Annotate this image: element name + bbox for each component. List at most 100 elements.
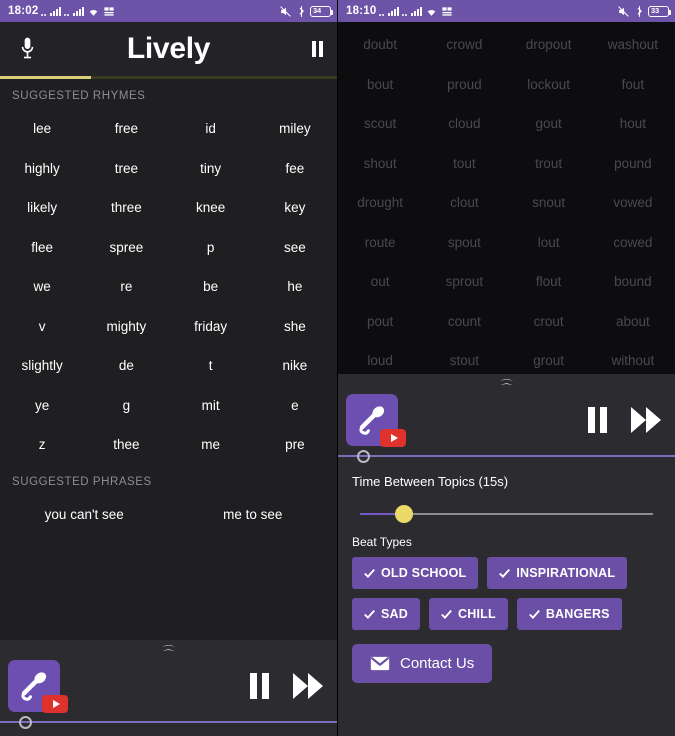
- beat-type-chip[interactable]: BANGERS: [516, 598, 622, 630]
- rhyme-word[interactable]: be: [169, 267, 253, 307]
- rhyme-word[interactable]: clout: [422, 183, 506, 223]
- rhyme-word[interactable]: slightly: [0, 346, 84, 386]
- rhyme-word[interactable]: bound: [591, 262, 675, 302]
- rhyme-word[interactable]: v: [0, 307, 84, 347]
- player-fast-forward-button[interactable]: [293, 673, 323, 699]
- rhyme-word[interactable]: pre: [253, 425, 337, 465]
- player-seek-bar[interactable]: [0, 714, 337, 730]
- beat-type-chip[interactable]: INSPIRATIONAL: [487, 557, 628, 589]
- rhyme-word[interactable]: drought: [338, 183, 422, 223]
- signal-bars-icon-1: [388, 6, 400, 16]
- seek-thumb[interactable]: [357, 450, 371, 463]
- app-artwork[interactable]: [346, 394, 406, 447]
- rhyme-word[interactable]: hout: [591, 104, 675, 144]
- rhyme-word[interactable]: trout: [507, 144, 591, 184]
- suggested-phrase[interactable]: you can't see: [0, 495, 169, 535]
- rhyme-word[interactable]: thee: [84, 425, 168, 465]
- collapse-player-button[interactable]: [338, 374, 675, 392]
- expand-player-button[interactable]: [0, 640, 337, 658]
- rhyme-word[interactable]: key: [253, 188, 337, 228]
- rhyme-word[interactable]: e: [253, 386, 337, 426]
- rhyme-word[interactable]: free: [84, 109, 168, 149]
- header-pause-button[interactable]: [312, 41, 323, 57]
- rhyme-word[interactable]: cowed: [591, 223, 675, 263]
- rhyme-word[interactable]: see: [253, 228, 337, 268]
- rhyme-word[interactable]: cloud: [422, 104, 506, 144]
- rhyme-word[interactable]: proud: [422, 65, 506, 105]
- rhyme-word[interactable]: lout: [507, 223, 591, 263]
- rhyme-word[interactable]: p: [169, 228, 253, 268]
- rhyme-word[interactable]: fout: [591, 65, 675, 105]
- rhyme-word[interactable]: doubt: [338, 25, 422, 65]
- seek-thumb[interactable]: [19, 716, 33, 729]
- rhyme-word[interactable]: g: [84, 386, 168, 426]
- player-seek-bar[interactable]: [338, 448, 675, 464]
- rhyme-word[interactable]: id: [169, 109, 253, 149]
- rhyme-word[interactable]: washout: [591, 25, 675, 65]
- rhyme-word[interactable]: miley: [253, 109, 337, 149]
- rhyme-word[interactable]: count: [422, 302, 506, 342]
- beat-type-chip[interactable]: SAD: [352, 598, 420, 630]
- rhyme-word[interactable]: flout: [507, 262, 591, 302]
- rhyme-word[interactable]: he: [253, 267, 337, 307]
- rhyme-word[interactable]: flee: [0, 228, 84, 268]
- player-fast-forward-button[interactable]: [631, 407, 661, 433]
- rhyme-word[interactable]: re: [84, 267, 168, 307]
- rhyme-word[interactable]: friday: [169, 307, 253, 347]
- rhyme-word[interactable]: gout: [507, 104, 591, 144]
- rhyme-word[interactable]: t: [169, 346, 253, 386]
- beat-type-chip[interactable]: CHILL: [429, 598, 508, 630]
- rhyme-word[interactable]: mit: [169, 386, 253, 426]
- rhyme-word[interactable]: dropout: [507, 25, 591, 65]
- topic-timer-slider[interactable]: [360, 503, 653, 525]
- rhyme-word[interactable]: snout: [507, 183, 591, 223]
- app-artwork[interactable]: [8, 660, 68, 713]
- rhyme-word[interactable]: she: [253, 307, 337, 347]
- beat-type-chip[interactable]: OLD SCHOOL: [352, 557, 479, 589]
- rhyme-word[interactable]: crout: [507, 302, 591, 342]
- rhyme-word[interactable]: about: [591, 302, 675, 342]
- status-left-group: 18:10: [346, 5, 453, 17]
- rhyme-word[interactable]: z: [0, 425, 84, 465]
- slider-thumb[interactable]: [394, 505, 413, 523]
- rhyme-word[interactable]: spout: [422, 223, 506, 263]
- rhyme-word[interactable]: out: [338, 262, 422, 302]
- rhyme-word[interactable]: tiny: [169, 149, 253, 189]
- rhyme-word[interactable]: three: [84, 188, 168, 228]
- rhyme-word[interactable]: bout: [338, 65, 422, 105]
- rhyme-word[interactable]: nike: [253, 346, 337, 386]
- rhyme-word[interactable]: pout: [338, 302, 422, 342]
- rhyme-word[interactable]: de: [84, 346, 168, 386]
- player-pause-button[interactable]: [588, 407, 607, 433]
- rhyme-word[interactable]: mighty: [84, 307, 168, 347]
- player-pause-button[interactable]: [250, 673, 269, 699]
- rhyme-word[interactable]: sprout: [422, 262, 506, 302]
- rhyme-word[interactable]: fee: [253, 149, 337, 189]
- rhyme-word[interactable]: crowd: [422, 25, 506, 65]
- microphone-icon[interactable]: [14, 34, 40, 64]
- rhyme-word[interactable]: ye: [0, 386, 84, 426]
- rhyme-word[interactable]: pound: [591, 144, 675, 184]
- contact-us-button[interactable]: Contact Us: [352, 644, 493, 683]
- rhyme-word[interactable]: highly: [0, 149, 84, 189]
- rhyme-word[interactable]: me: [169, 425, 253, 465]
- rhyme-word[interactable]: we: [0, 267, 84, 307]
- rhyme-word[interactable]: lockout: [507, 65, 591, 105]
- rhyme-word[interactable]: scout: [338, 104, 422, 144]
- left-phone-screen: 18:02 34 Lively SUGGESTED RHYMES lee fre…: [0, 0, 338, 736]
- rhyme-word[interactable]: vowed: [591, 183, 675, 223]
- suggested-phrase[interactable]: me to see: [169, 495, 338, 535]
- rhyme-word[interactable]: tout: [422, 144, 506, 184]
- rhyme-word[interactable]: knee: [169, 188, 253, 228]
- check-icon: [441, 609, 452, 619]
- song-progress-bar[interactable]: [0, 76, 337, 79]
- wifi-icon: [428, 9, 436, 16]
- beat-type-label: OLD SCHOOL: [381, 566, 467, 580]
- rhyme-word[interactable]: likely: [0, 188, 84, 228]
- rhyme-word[interactable]: shout: [338, 144, 422, 184]
- rhyme-word[interactable]: lee: [0, 109, 84, 149]
- rhyme-word[interactable]: route: [338, 223, 422, 263]
- rhyme-word[interactable]: tree: [84, 149, 168, 189]
- rhyme-word[interactable]: spree: [84, 228, 168, 268]
- beat-type-label: SAD: [381, 607, 408, 621]
